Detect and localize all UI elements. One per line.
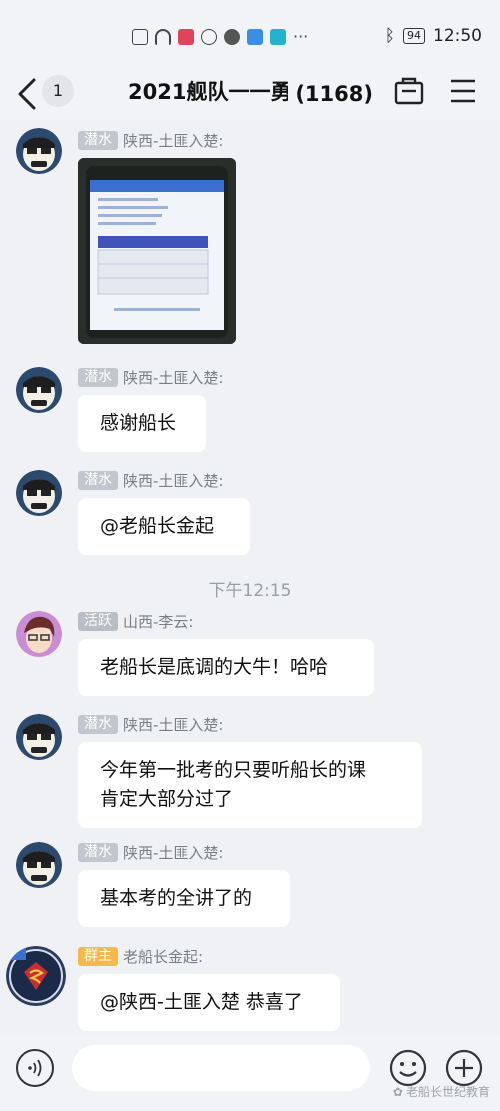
sender-name[interactable]: 老船长金起: (123, 946, 203, 967)
sim-icon (132, 28, 148, 45)
avatar[interactable] (16, 714, 62, 760)
member-badge: 潜水 (78, 714, 118, 734)
owner-badge: 群主 (78, 946, 118, 966)
battery-icon: 94 (403, 28, 425, 44)
watermark-text: 老船长世纪教育 (405, 1085, 490, 1099)
watermark-icon: ✿ (392, 1084, 403, 1099)
avatar[interactable] (16, 367, 62, 413)
app-icon-cyan (270, 28, 286, 45)
unread-count-badge[interactable]: 1 (42, 75, 74, 107)
chat-icon (201, 28, 217, 45)
avatar[interactable] (16, 470, 62, 516)
avatar[interactable] (16, 611, 62, 657)
wifi-icon (155, 28, 171, 45)
image-message[interactable] (78, 158, 236, 344)
voice-icon (28, 1059, 42, 1077)
member-badge: 潜水 (78, 367, 118, 387)
input-bar: ✿ 老船长世纪教育 (0, 1035, 500, 1111)
member-badge: 活跃 (78, 611, 118, 631)
message-input[interactable] (72, 1045, 370, 1091)
app-icon-blue (247, 28, 263, 45)
sender-name[interactable]: 陕西-土匪入楚: (123, 714, 223, 735)
message-meta: 活跃 山西-李云: (78, 611, 193, 631)
watermark: ✿ 老船长世纪教育 (393, 1083, 490, 1100)
avatar[interactable] (16, 842, 62, 888)
message-meta: 潜水 陕西-土匪入楚: (78, 842, 223, 862)
message-meta: 潜水 陕西-土匪入楚: (78, 130, 223, 150)
message-bubble[interactable]: @老船长金起 (78, 498, 250, 555)
message-bubble[interactable]: 老船长是底调的大牛！哈哈 (78, 639, 374, 696)
message-bubble[interactable]: @陕西-土匪入楚 恭喜了 (78, 974, 340, 1031)
notification-icons: ··· (132, 27, 308, 46)
avatar[interactable] (16, 128, 62, 174)
sender-name[interactable]: 陕西-土匪入楚: (123, 842, 223, 863)
wechat-icon (224, 28, 240, 45)
chat-title-name: 2021舰队一一勇 (128, 80, 288, 104)
sender-name[interactable]: 陕西-土匪入楚: (123, 470, 223, 491)
message-bubble[interactable]: 今年第一批考的只要听船长的课 肯定大部分过了 (78, 742, 422, 828)
voice-button[interactable] (16, 1049, 54, 1087)
chat-header: 1 2021舰队一一勇 (1168) (0, 68, 500, 120)
sender-name[interactable]: 陕西-土匪入楚: (123, 130, 223, 151)
sender-name[interactable]: 山西-李云: (123, 611, 193, 632)
chat-title: 2021舰队一一勇 (1168) (128, 76, 373, 106)
message-bubble[interactable]: 感谢船长 (78, 395, 206, 452)
back-icon[interactable] (14, 74, 44, 114)
message-meta: 群主 老船长金起: (78, 946, 203, 966)
message-meta: 潜水 陕西-土匪入楚: (78, 367, 223, 387)
member-badge: 潜水 (78, 130, 118, 150)
message-meta: 潜水 陕西-土匪入楚: (78, 714, 223, 734)
message-meta: 潜水 陕西-土匪入楚: (78, 470, 223, 490)
member-badge: 潜水 (78, 842, 118, 862)
app-icon-red (178, 28, 194, 45)
message-bubble[interactable]: 基本考的全讲了的 (78, 870, 290, 927)
menu-icon[interactable] (448, 76, 478, 106)
status-bar: ··· ᛒ 94 12:50 (0, 0, 500, 68)
avatar[interactable] (6, 946, 66, 1006)
message-line: 今年第一批考的只要听船长的课 (100, 759, 367, 781)
clock: 12:50 (433, 26, 482, 46)
emoji-icon[interactable] (389, 1049, 427, 1087)
member-badge: 潜水 (78, 470, 118, 490)
chat-member-count: (1168) (295, 82, 373, 106)
plus-icon[interactable] (445, 1049, 483, 1087)
time-separator: 下午12:15 (208, 581, 292, 601)
bluetooth-icon: ᛒ (384, 26, 395, 46)
sender-name[interactable]: 陕西-土匪入楚: (123, 367, 223, 388)
message-line: 肯定大部分过了 (100, 788, 234, 810)
more-icon: ··· (293, 27, 309, 46)
bag-icon[interactable] (392, 74, 426, 108)
